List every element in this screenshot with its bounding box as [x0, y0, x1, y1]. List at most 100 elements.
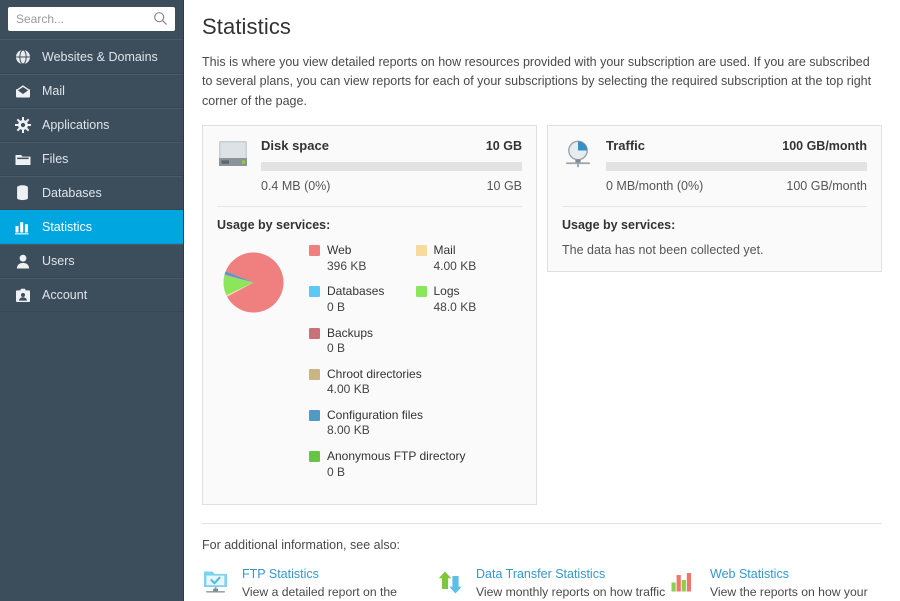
traffic-gauge-icon — [562, 138, 596, 172]
traffic-body: Traffic 100 GB/month 0 MB/month (0%) 100… — [606, 138, 867, 193]
legend-item: Anonymous FTP directory 0 B — [309, 449, 522, 480]
see-also-label: For additional information, see also: — [202, 538, 882, 552]
disk-space-title-row: Disk space 10 GB — [261, 138, 522, 153]
legend-item: Backups 0 B — [309, 326, 522, 357]
card-text: Data Transfer Statistics View monthly re… — [476, 567, 672, 601]
user-icon — [14, 253, 31, 270]
traffic-divider — [562, 206, 867, 207]
legend-item: Chroot directories 4.00 KB — [309, 367, 522, 398]
data-transfer-statistics-description: View monthly reports on how traffic is u… — [476, 584, 672, 601]
legend-swatch — [309, 369, 320, 380]
pie-chart — [217, 243, 295, 490]
web-statistics-link[interactable]: Web Statistics — [710, 567, 900, 581]
sidebar-item-databases[interactable]: Databases — [0, 176, 183, 210]
legend-label: Anonymous FTP directory — [327, 449, 466, 465]
card-ftp-statistics: FTP Statistics View a detailed report on… — [202, 567, 436, 601]
sidebar-item-files[interactable]: Files — [0, 142, 183, 176]
legend-value: 48.0 KB — [434, 300, 477, 316]
search-input[interactable] — [8, 7, 175, 31]
legend-item: Logs 48.0 KB — [416, 284, 523, 315]
legend-value: 8.00 KB — [327, 423, 423, 439]
search-box[interactable] — [8, 7, 175, 31]
sidebar-item-mail[interactable]: Mail — [0, 74, 183, 108]
sidebar-item-applications[interactable]: Applications — [0, 108, 183, 142]
bar-chart-icon — [14, 219, 31, 236]
legend-swatch — [309, 328, 320, 339]
sidebar-item-label: Account — [42, 288, 87, 302]
sidebar-item-websites-domains[interactable]: Websites & Domains — [0, 40, 183, 74]
sidebar-item-label: Files — [42, 152, 68, 166]
stats-panels: Disk space 10 GB 0.4 MB (0%) 10 GB Usage — [202, 125, 882, 505]
traffic-limit-text: 100 GB/month — [786, 179, 867, 193]
legend-value: 4.00 KB — [327, 382, 422, 398]
sidebar-item-label: Databases — [42, 186, 102, 200]
legend-swatch — [309, 286, 320, 297]
sidebar-item-label: Applications — [42, 118, 109, 132]
sidebar-item-label: Statistics — [42, 220, 92, 234]
web-statistics-description: View the reports on how your websites ar… — [710, 584, 900, 601]
disk-space-title: Disk space — [261, 138, 329, 153]
main-content: Statistics This is where you view detail… — [184, 0, 900, 601]
up-down-arrows-icon — [436, 567, 466, 601]
traffic-header: Traffic 100 GB/month 0 MB/month (0%) 100… — [562, 138, 867, 193]
traffic-title-row: Traffic 100 GB/month — [606, 138, 867, 153]
disk-space-progress-bar — [261, 162, 522, 171]
sidebar-item-account[interactable]: Account — [0, 278, 183, 312]
traffic-used-text: 0 MB/month (0%) — [606, 179, 703, 193]
traffic-usage-by-services-label: Usage by services: — [562, 218, 867, 232]
traffic-meta-row: 0 MB/month (0%) 100 GB/month — [606, 179, 867, 193]
disk-space-used-text: 0.4 MB (0%) — [261, 179, 330, 193]
footer-divider — [202, 523, 882, 524]
legend-item: Web 396 KB — [309, 243, 416, 274]
legend-label: Chroot directories — [327, 367, 422, 383]
ftp-statistics-link[interactable]: FTP Statistics — [242, 567, 438, 581]
legend-value: 0 B — [327, 465, 466, 481]
disk-space-meta-row: 0.4 MB (0%) 10 GB — [261, 179, 522, 193]
disk-space-body: Disk space 10 GB 0.4 MB (0%) 10 GB — [261, 138, 522, 193]
traffic-no-data-message: The data has not been collected yet. — [562, 243, 867, 257]
legend-label: Configuration files — [327, 408, 423, 424]
bar-chart-icon — [670, 567, 700, 601]
disk-space-limit: 10 GB — [486, 139, 522, 153]
legend-label: Web — [327, 243, 366, 259]
legend-swatch — [309, 451, 320, 462]
legend-swatch — [309, 245, 320, 256]
related-links: FTP Statistics View a detailed report on… — [202, 567, 882, 601]
disk-usage-by-services-label: Usage by services: — [217, 218, 522, 232]
sidebar-item-statistics[interactable]: Statistics — [0, 210, 183, 244]
envelope-icon — [14, 83, 31, 100]
data-transfer-statistics-link[interactable]: Data Transfer Statistics — [476, 567, 672, 581]
disk-space-panel: Disk space 10 GB 0.4 MB (0%) 10 GB Usage — [202, 125, 537, 505]
legend-item: Databases 0 B — [309, 284, 416, 315]
legend-value: 4.00 KB — [434, 259, 477, 275]
disk-space-header: Disk space 10 GB 0.4 MB (0%) 10 GB — [217, 138, 522, 193]
legend-label: Mail — [434, 243, 477, 259]
card-text: FTP Statistics View a detailed report on… — [242, 567, 438, 601]
legend-value: 0 B — [327, 300, 384, 316]
sidebar-search-area — [0, 0, 183, 39]
sidebar-item-users[interactable]: Users — [0, 244, 183, 278]
traffic-panel: Traffic 100 GB/month 0 MB/month (0%) 100… — [547, 125, 882, 272]
page-title: Statistics — [202, 14, 882, 40]
legend-label: Backups — [327, 326, 373, 342]
ftp-statistics-description: View a detailed report on the amount of … — [242, 584, 438, 601]
legend-value: 396 KB — [327, 259, 366, 275]
legend-label: Logs — [434, 284, 477, 300]
card-web-statistics: Web Statistics View the reports on how y… — [670, 567, 900, 601]
folder-icon — [14, 151, 31, 168]
gear-icon — [14, 117, 31, 134]
legend-swatch — [416, 286, 427, 297]
app-root: Websites & Domains Mail — [0, 0, 900, 601]
hard-drive-icon — [217, 138, 251, 172]
traffic-limit: 100 GB/month — [782, 139, 867, 153]
sidebar-item-label: Users — [42, 254, 75, 268]
disk-usage-chart-area: Web 396 KB Mail 4.00 KB — [217, 243, 522, 490]
traffic-progress-bar — [606, 162, 867, 171]
account-card-icon — [14, 287, 31, 304]
sidebar-item-label: Websites & Domains — [42, 50, 158, 64]
globe-icon — [14, 48, 31, 65]
legend-swatch — [309, 410, 320, 421]
pie-legend: Web 396 KB Mail 4.00 KB — [309, 243, 522, 490]
legend-value: 0 B — [327, 341, 373, 357]
traffic-title: Traffic — [606, 138, 645, 153]
